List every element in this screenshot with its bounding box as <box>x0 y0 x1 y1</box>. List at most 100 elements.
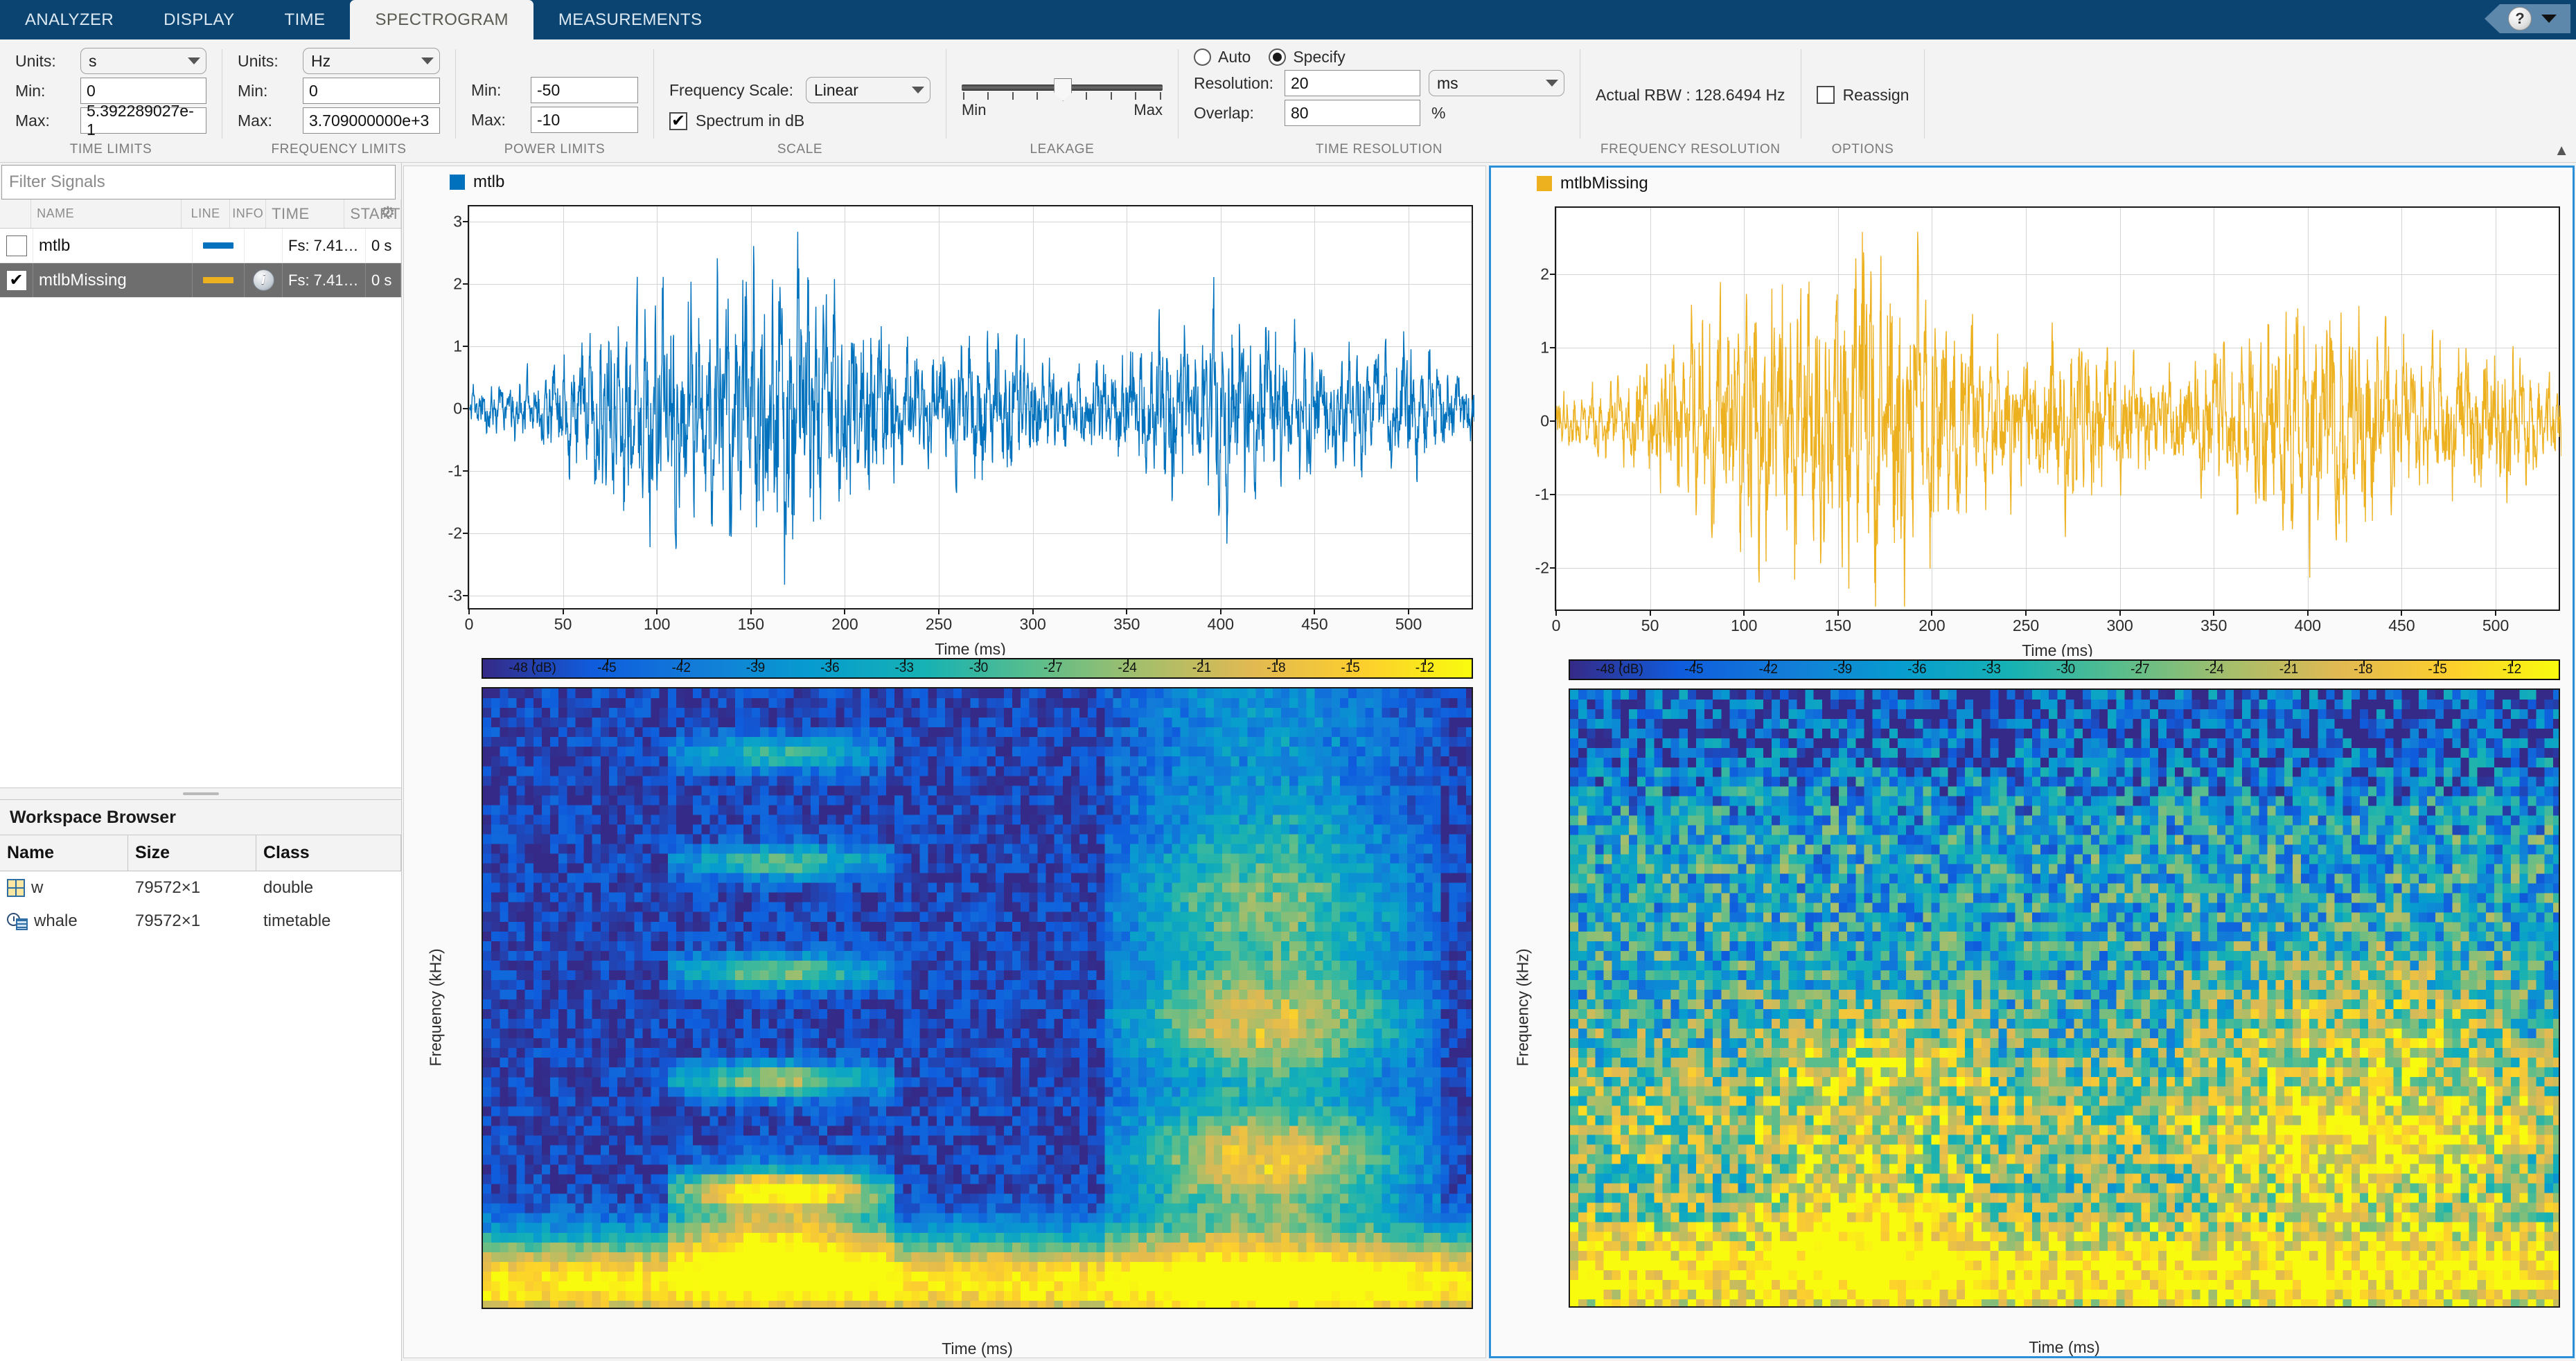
signal-row-mtlb[interactable]: mtlb Fs: 7.41… 0 s <box>0 229 401 263</box>
col-info: INFO <box>230 199 266 228</box>
x-tick-label: 50 <box>1641 610 1659 635</box>
overlap-input[interactable]: 80 <box>1285 100 1420 126</box>
x-tick-label: 0 <box>1552 610 1561 635</box>
collapse-ribbon-button[interactable]: ▲ <box>2554 141 2569 159</box>
x-tick-label: 500 <box>2482 610 2509 635</box>
x-tick-mark <box>1662 1306 1664 1308</box>
section-scale-title: SCALE <box>654 142 946 159</box>
spectrogram-plot-mtlb[interactable]: -48 (dB)-45-42-39-36-33-30-27-24-21-18-1… <box>404 655 1485 1358</box>
signal-visibility-checkbox[interactable] <box>0 229 33 263</box>
frequency-scale-dropdown[interactable]: Linear <box>806 77 930 103</box>
tab-time[interactable]: TIME <box>260 0 351 39</box>
toolstrip-tabbar: ANALYZER DISPLAY TIME SPECTROGRAM MEASUR… <box>0 0 2576 39</box>
x-tick-label: 0 <box>482 1308 487 1309</box>
y-tick-label: 3.0 <box>482 798 483 817</box>
tab-analyzer[interactable]: ANALYZER <box>0 0 139 39</box>
resolution-input[interactable]: 20 <box>1285 70 1420 96</box>
info-icon[interactable]: i <box>253 269 274 291</box>
legend-label: mtlb <box>473 172 504 192</box>
workspace-browser-title: Workspace Browser <box>0 799 401 835</box>
col-ws-size: Size <box>128 835 256 871</box>
tab-spectrogram[interactable]: SPECTROGRAM <box>350 0 533 39</box>
x-tick-label: 500 <box>1395 608 1422 634</box>
leakage-min-label: Min <box>962 101 986 119</box>
resolution-units-dropdown[interactable]: ms <box>1429 70 1564 96</box>
x-tick-label: 0 <box>465 608 474 634</box>
display-panel-mtlb[interactable]: mtlb -3-2-101230501001502002503003504004… <box>403 166 1486 1358</box>
time-max-input[interactable]: 5.392289027e-1 <box>80 107 206 134</box>
colorbar-tick-label: -39 <box>1833 662 1852 677</box>
x-tick-label: 250 <box>2020 1306 2047 1308</box>
x-tick-label: 500 <box>1396 1308 1422 1309</box>
leakage-slider[interactable] <box>962 84 1163 91</box>
freq-min-input[interactable]: 0 <box>303 78 440 104</box>
x-tick-label: 150 <box>738 608 764 634</box>
x-tick-label: 400 <box>1211 1308 1237 1309</box>
section-leakage: Min Max LEAKAGE <box>946 39 1178 162</box>
time-max-value: 5.392289027e-1 <box>87 102 200 139</box>
x-tick-label: 150 <box>1825 610 1851 635</box>
y-tick-label: -2 <box>448 524 469 542</box>
frequency-scale-label: Frequency Scale: <box>669 81 793 100</box>
workspace-row-whale[interactable]: whale 79572×1 timetable <box>0 905 401 938</box>
x-tick-label: 300 <box>1019 608 1046 634</box>
time-plot-mtlb[interactable]: -3-2-10123050100150200250300350400450500… <box>404 198 1485 655</box>
freq-max-input[interactable]: 3.709000000e+3 <box>303 107 440 134</box>
tab-measurements[interactable]: MEASUREMENTS <box>533 0 727 39</box>
legend-label: mtlbMissing <box>1560 174 1648 193</box>
gear-icon[interactable]: ⚙ <box>380 203 396 223</box>
signal-table-header: NAME LINE INFO TIME START ⚙ <box>0 199 401 229</box>
spectrogram-plot-mtlbMissing[interactable]: -48 (dB)-45-42-39-36-33-30-27-24-21-18-1… <box>1491 657 2573 1356</box>
x-tick-label: 350 <box>2205 1306 2232 1308</box>
tab-display[interactable]: DISPLAY <box>139 0 259 39</box>
signal-start: 0 s <box>366 263 401 297</box>
time-min-label: Min: <box>15 82 76 100</box>
overlap-value: 80 <box>1291 104 1309 123</box>
legend-swatch-icon <box>1537 176 1552 191</box>
x-tick-mark <box>1316 1308 1318 1309</box>
signal-info-cell[interactable]: i <box>245 263 283 297</box>
x-tick-mark <box>1569 1306 1571 1308</box>
display-panel-mtlbMissing[interactable]: mtlbMissing -2-1012050100150200250300350… <box>1489 166 2575 1358</box>
x-tick-mark <box>1847 1306 1849 1308</box>
time-resolution-specify-radio[interactable] <box>1269 48 1286 66</box>
time-resolution-auto-label: Auto <box>1218 48 1251 66</box>
spectrum-in-db-checkbox[interactable]: ✔ <box>669 112 687 130</box>
x-tick-label: 350 <box>1118 1308 1145 1309</box>
time-resolution-auto-radio[interactable] <box>1194 48 1211 66</box>
y-tick-label: 0.5 <box>482 1217 483 1236</box>
section-time-limits: Units: s Min: 0 Max: 5.392289027e-1 TIME… <box>0 39 222 162</box>
signal-row-mtlbMissing[interactable]: ✔ mtlbMissing i Fs: 7.41… 0 s <box>0 263 401 298</box>
filter-signals-input[interactable]: Filter Signals <box>1 165 396 199</box>
x-tick-label: 100 <box>1731 610 1757 635</box>
power-max-input[interactable]: -10 <box>531 107 638 133</box>
signal-trace <box>469 206 1474 611</box>
freq-units-dropdown[interactable]: Hz <box>303 48 440 74</box>
section-time-resolution: Auto Specify Resolution: 20 ms Overlap: <box>1179 39 1580 162</box>
x-tick-label: 50 <box>554 608 572 634</box>
y-tick-label: 3.0 <box>1569 799 1570 817</box>
time-plot-mtlbMissing[interactable]: -2-1012050100150200250300350400450500Tim… <box>1491 199 2573 657</box>
time-min-input[interactable]: 0 <box>80 78 206 104</box>
workspace-row-w[interactable]: w 79572×1 double <box>0 871 401 905</box>
x-tick-mark <box>575 1308 576 1309</box>
section-frequency-limits-title: FREQUENCY LIMITS <box>222 142 455 159</box>
reassign-checkbox[interactable] <box>1817 86 1835 104</box>
chevron-down-icon <box>188 57 200 64</box>
spectrogram-image <box>1570 690 2560 1308</box>
workspace-table-header: Name Size Class <box>0 835 401 871</box>
chevron-down-icon[interactable] <box>2541 15 2557 23</box>
y-tick-label: -2 <box>1535 559 1556 578</box>
reassign-label: Reassign <box>1843 86 1909 105</box>
x-tick-label: 150 <box>1835 1306 1861 1308</box>
x-tick-label: 450 <box>2388 610 2415 635</box>
signal-visibility-checkbox[interactable]: ✔ <box>0 263 33 297</box>
time-units-dropdown[interactable]: s <box>80 48 206 74</box>
power-min-input[interactable]: -50 <box>531 77 638 103</box>
colorbar-tick-label: -42 <box>671 661 690 676</box>
plot-axes: -3-2-10123050100150200250300350400450500 <box>468 205 1473 610</box>
panel-splitter[interactable] <box>0 788 401 799</box>
question-mark-icon[interactable]: ? <box>2508 7 2532 30</box>
spectrogram-axes: 00.51.01.52.02.53.03.5050100150200250300… <box>482 687 1473 1309</box>
y-tick-label: 0 <box>1569 1300 1570 1308</box>
